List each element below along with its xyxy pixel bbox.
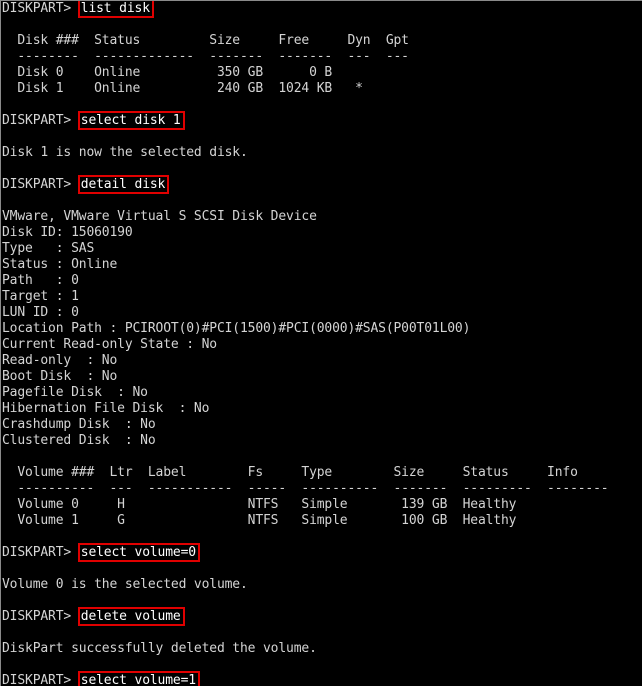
console-prompt: DISKPART> xyxy=(2,545,79,560)
console-output-line: DiskPart successfully deleted the volume… xyxy=(2,641,317,656)
console-output-line: Disk 1 is now the selected disk. xyxy=(2,145,248,160)
console-output-line: Disk ID: 15060190 xyxy=(2,225,133,240)
console-output-line: Current Read-only State : No xyxy=(2,337,217,352)
console-output-line: Crashdump Disk : No xyxy=(2,417,156,432)
console-command-line: DISKPART> detail disk xyxy=(1,177,642,193)
console-output-line: Read-only : No xyxy=(2,353,118,368)
console-output-line: Clustered Disk : No xyxy=(2,433,156,448)
console-prompt: DISKPART> xyxy=(2,1,79,16)
console-output-line: Pagefile Disk : No xyxy=(2,385,148,400)
console-output-line: Volume 1 G NTFS Simple 100 GB Healthy xyxy=(2,513,517,528)
console-command-line: DISKPART> delete volume xyxy=(1,609,642,625)
console-output-line: Disk 1 Online 240 GB 1024 KB * xyxy=(2,81,363,96)
diskpart-console-window[interactable]: DISKPART> list disk Disk ### Status Size… xyxy=(0,0,642,686)
console-prompt: DISKPART> xyxy=(2,673,79,686)
console-output-line: Hibernation File Disk : No xyxy=(2,401,210,416)
console-output-line: ---------- --- ----------- ----- -------… xyxy=(2,481,609,496)
console-output-line: Path : 0 xyxy=(2,273,79,288)
console-output-line: Volume 0 is the selected volume. xyxy=(2,577,248,592)
console-command-line: DISKPART> list disk xyxy=(1,1,642,17)
console-prompt: DISKPART> xyxy=(2,113,79,128)
highlighted-command[interactable]: delete volume xyxy=(79,609,183,624)
console-output-line: Disk 0 Online 350 GB 0 B xyxy=(2,65,333,80)
console-command-line: DISKPART> select disk 1 xyxy=(1,113,642,129)
console-output-line: Disk ### Status Size Free Dyn Gpt xyxy=(2,33,409,48)
console-output-line: Boot Disk : No xyxy=(2,369,118,384)
console-output-line: Location Path : PCIROOT(0)#PCI(1500)#PCI… xyxy=(2,321,471,336)
console-prompt: DISKPART> xyxy=(2,177,79,192)
console-output-line: Type : SAS xyxy=(2,241,95,256)
console-command-line: DISKPART> select volume=0 xyxy=(1,545,642,561)
console-output-line: Status : Online xyxy=(2,257,118,272)
console-prompt: DISKPART> xyxy=(2,609,79,624)
console-output-line: Volume ### Ltr Label Fs Type Size Status… xyxy=(2,465,578,480)
console-output-line: Volume 0 H NTFS Simple 139 GB Healthy xyxy=(2,497,517,512)
highlighted-command[interactable]: select volume=1 xyxy=(79,673,198,686)
highlighted-command[interactable]: select disk 1 xyxy=(79,113,183,128)
console-command-line: DISKPART> select volume=1 xyxy=(1,673,642,686)
console-output-line: Target : 1 xyxy=(2,289,79,304)
highlighted-command[interactable]: list disk xyxy=(79,1,152,16)
highlighted-command[interactable]: select volume=0 xyxy=(79,545,198,560)
highlighted-command[interactable]: detail disk xyxy=(79,177,167,192)
console-output-line: VMware, VMware Virtual S SCSI Disk Devic… xyxy=(2,209,317,224)
console-output-line: -------- ------------- ------- ------- -… xyxy=(2,49,409,64)
console-output-line: LUN ID : 0 xyxy=(2,305,79,320)
console-output-area[interactable]: DISKPART> list disk Disk ### Status Size… xyxy=(1,1,642,686)
